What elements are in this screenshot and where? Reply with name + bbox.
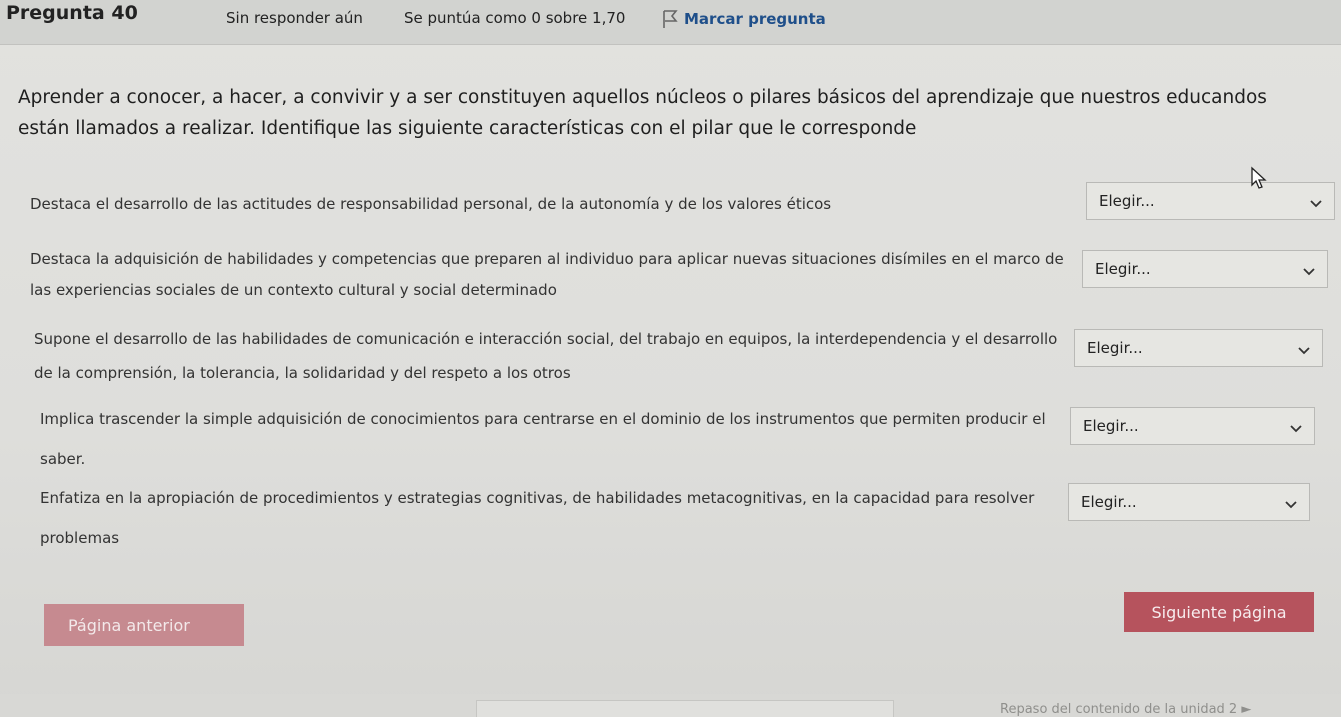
chevron-down-icon xyxy=(1310,195,1322,213)
flag-icon xyxy=(662,9,678,29)
match-item-text: Supone el desarrollo de las habilidades … xyxy=(34,330,1058,382)
question-number: Pregunta 40 xyxy=(6,2,138,24)
match-select-value: Elegir... xyxy=(1081,493,1137,511)
next-activity-link[interactable]: Repaso del contenido de la unidad 2 ► xyxy=(1000,702,1306,717)
quiz-page: Pregunta 40 Sin responder aún Se puntúa … xyxy=(0,0,1341,717)
chevron-down-icon xyxy=(1298,342,1310,360)
question-text: Aprender a conocer, a hacer, a convivir … xyxy=(18,87,1267,139)
match-select[interactable]: Elegir... xyxy=(1086,182,1335,220)
question-info-bar: Pregunta 40 Sin responder aún Se puntúa … xyxy=(0,0,1341,45)
match-item-text: Destaca la adquisición de habilidades y … xyxy=(30,250,1064,299)
match-item-text: Enfatiza en la apropiación de procedimie… xyxy=(40,489,1035,547)
match-select[interactable]: Elegir... xyxy=(1074,329,1323,367)
match-select-value: Elegir... xyxy=(1095,260,1151,278)
flag-question-label: Marcar pregunta xyxy=(684,10,826,28)
footer-select-box[interactable] xyxy=(476,700,894,717)
match-select-value: Elegir... xyxy=(1099,192,1155,210)
previous-page-button[interactable]: Página anterior xyxy=(44,604,244,646)
match-item-text: Implica trascender la simple adquisición… xyxy=(40,410,1046,468)
match-select[interactable]: Elegir... xyxy=(1068,483,1310,521)
next-page-button[interactable]: Siguiente página xyxy=(1124,592,1314,632)
mouse-cursor-icon xyxy=(1250,166,1268,194)
match-select[interactable]: Elegir... xyxy=(1070,407,1315,445)
chevron-down-icon xyxy=(1285,496,1297,514)
match-select-value: Elegir... xyxy=(1087,339,1143,357)
chevron-down-icon xyxy=(1290,420,1302,438)
match-item-text: Destaca el desarrollo de las actitudes d… xyxy=(30,195,832,213)
chevron-down-icon xyxy=(1303,263,1315,281)
previous-page-label: Página anterior xyxy=(68,615,190,635)
question-grade: Se puntúa como 0 sobre 1,70 xyxy=(404,9,626,27)
match-select-value: Elegir... xyxy=(1083,417,1139,435)
question-state: Sin responder aún xyxy=(226,9,363,27)
next-page-label: Siguiente página xyxy=(1151,602,1287,622)
flag-question-button[interactable]: Marcar pregunta xyxy=(662,9,826,29)
match-select[interactable]: Elegir... xyxy=(1082,250,1328,288)
